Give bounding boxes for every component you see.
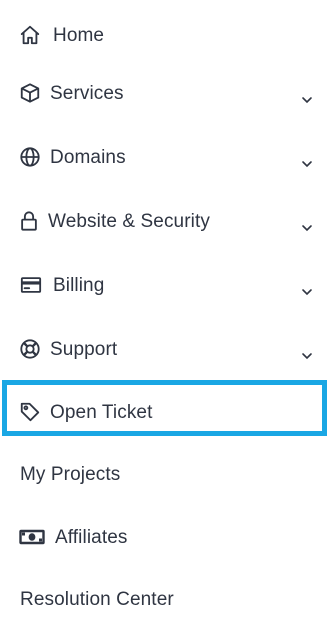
nav-item-support[interactable]: Support: [0, 330, 331, 368]
cube-icon: [19, 82, 41, 104]
nav-item-home-label: Home: [53, 25, 105, 46]
chevron-down-icon[interactable]: [301, 352, 313, 360]
nav-item-open-ticket-label: Open Ticket: [50, 402, 153, 423]
nav-item-my-projects[interactable]: My Projects: [0, 455, 331, 493]
lifebuoy-icon: [19, 338, 41, 360]
nav-item-billing-label: Billing: [53, 275, 105, 296]
nav-item-open-ticket[interactable]: Open Ticket: [0, 393, 331, 431]
nav-item-affiliates-label: Affiliates: [55, 527, 128, 548]
nav-item-website-security-label: Website & Security: [48, 211, 210, 232]
credit-card-icon: [20, 274, 42, 296]
tag-icon: [19, 401, 41, 423]
nav-item-my-projects-label: My Projects: [20, 464, 121, 485]
chevron-down-icon[interactable]: [301, 224, 313, 232]
nav-item-support-label: Support: [50, 339, 118, 360]
chevron-down-icon[interactable]: [301, 96, 313, 104]
nav-item-services[interactable]: Services: [0, 74, 331, 112]
chevron-down-icon[interactable]: [301, 160, 313, 168]
nav-item-billing[interactable]: Billing: [0, 266, 331, 304]
nav-item-services-label: Services: [50, 83, 124, 104]
nav-item-domains[interactable]: Domains: [0, 138, 331, 176]
nav-item-resolution-center[interactable]: Resolution Center: [0, 580, 331, 618]
nav-item-home[interactable]: Home: [0, 16, 331, 54]
home-icon: [19, 24, 41, 46]
sidebar-nav: Home Services Domains Website & Security…: [0, 0, 331, 641]
lock-icon: [19, 209, 39, 233]
globe-icon: [19, 146, 41, 168]
chevron-down-icon[interactable]: [301, 288, 313, 296]
nav-item-website-security[interactable]: Website & Security: [0, 202, 331, 240]
nav-item-domains-label: Domains: [50, 147, 126, 168]
money-icon: [19, 527, 45, 547]
nav-item-affiliates[interactable]: Affiliates: [0, 518, 331, 556]
nav-item-resolution-center-label: Resolution Center: [20, 589, 174, 610]
